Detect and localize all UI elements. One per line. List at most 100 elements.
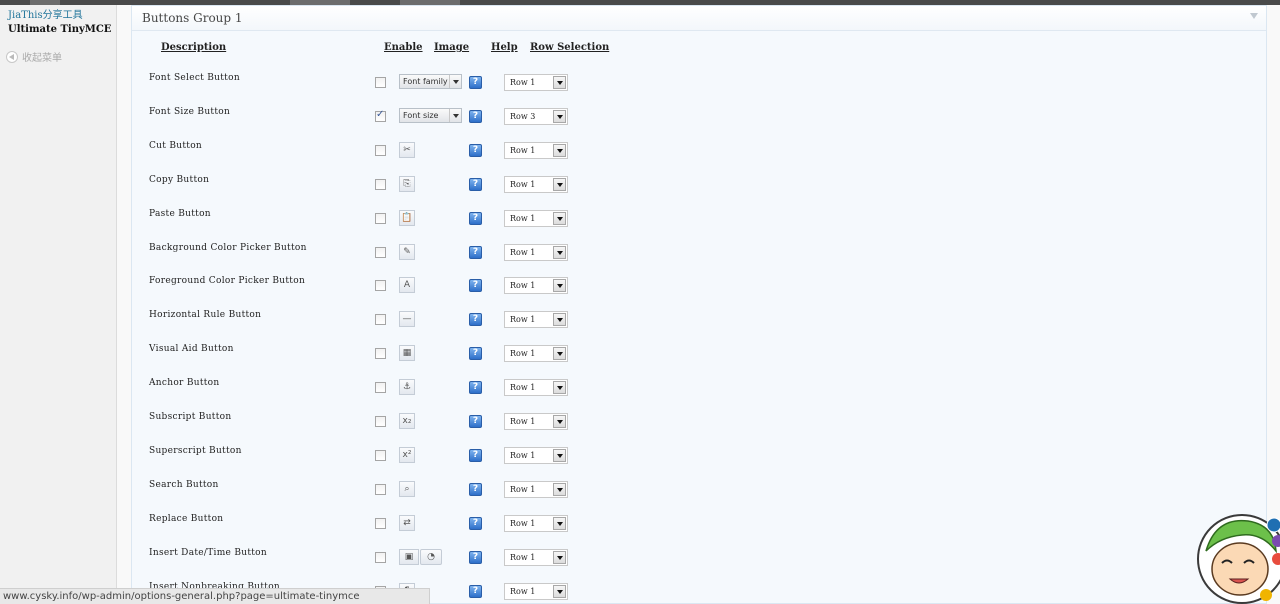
row-selection-select[interactable]: Row 1 [504, 514, 568, 532]
row-selection-value: Row 1 [510, 78, 536, 87]
table-row: Paste Button 📋? Row 1 [132, 209, 1266, 243]
enable-checkbox[interactable] [375, 551, 386, 563]
chevron-down-icon [449, 75, 461, 88]
share-icon-yellow[interactable] [1260, 589, 1272, 601]
table-row: Copy Button ⎘? Row 1 [132, 175, 1266, 209]
table-row: Background Color Picker Button ✎? Row 1 [132, 243, 1266, 277]
help-icon[interactable]: ? [469, 313, 482, 327]
subscript-icon: x₂ [399, 413, 415, 429]
table-row: Cut Button ✂? Row 1 [132, 141, 1266, 175]
share-icon-blue[interactable] [1266, 517, 1280, 533]
row-selection-select[interactable]: Row 1 [504, 74, 568, 91]
help-icon[interactable]: ? [469, 76, 482, 89]
row-selection-select[interactable]: Row 1 [504, 379, 568, 397]
chevron-down-icon [553, 482, 566, 496]
panel-toggle-icon[interactable] [1250, 13, 1258, 19]
help-icon[interactable]: ? [469, 381, 482, 395]
collapse-menu-button[interactable]: 收起菜单 [6, 49, 62, 64]
enable-checkbox[interactable] [375, 77, 386, 88]
row-selection-value: Row 1 [510, 383, 536, 393]
row-description: Replace Button [149, 513, 224, 524]
row-selection-select[interactable]: Row 1 [504, 582, 568, 600]
enable-checkbox[interactable] [375, 483, 386, 495]
sidebar-item-jiathis[interactable]: JiaThis分享工具 [8, 6, 83, 21]
enable-checkbox[interactable] [375, 314, 386, 326]
row-selection-select[interactable]: Row 1 [504, 277, 568, 295]
insert-date-icon: ▣ [399, 548, 419, 565]
panel-header[interactable]: Buttons Group 1 [132, 6, 1266, 31]
row-selection-select[interactable]: Row 1 [504, 209, 568, 227]
chevron-down-icon [553, 109, 566, 123]
row-selection-select[interactable]: Row 1 [504, 311, 568, 329]
row-description: Insert Date/Time Button [149, 547, 267, 558]
row-selection-select[interactable]: Row 1 [504, 446, 568, 464]
chevron-down-icon [553, 313, 566, 327]
row-selection-value: Row 1 [510, 213, 536, 223]
header-description: Description [161, 42, 227, 53]
table-row: Subscript Button x₂? Row 1 [132, 412, 1266, 446]
row-selection-select[interactable]: Row 1 [504, 548, 568, 566]
enable-checkbox[interactable] [375, 416, 386, 427]
enable-checkbox[interactable] [375, 178, 386, 190]
buttons-group-panel: Buttons Group 1 Description Enable Image… [131, 5, 1267, 604]
row-selection-select[interactable]: Row 1 [504, 480, 568, 498]
enable-checkbox[interactable] [375, 109, 386, 122]
mascot-widget[interactable] [1196, 511, 1280, 604]
row-selection-select[interactable]: Row 1 [504, 243, 568, 261]
row-selection-value: Row 1 [510, 247, 536, 257]
superscript-icon: x² [399, 446, 415, 463]
header-enable: Enable [384, 42, 423, 53]
row-description: Paste Button [149, 208, 211, 219]
row-description: Horizontal Rule Button [149, 310, 262, 321]
enable-checkbox[interactable] [375, 246, 386, 258]
row-description: Superscript Button [149, 445, 242, 456]
help-icon[interactable]: ? [469, 415, 482, 428]
chevron-down-icon [553, 516, 566, 530]
help-icon[interactable]: ? [469, 448, 482, 462]
replace-icon: ⇄ [399, 514, 415, 531]
sidebar-item-ultimate-tinymce[interactable]: Ultimate TinyMCE [8, 24, 111, 35]
enable-checkbox[interactable] [375, 517, 386, 529]
help-icon[interactable]: ? [469, 143, 482, 157]
table-row: Anchor Button ⚓? Row 1 [132, 378, 1266, 412]
cut-icon: ✂ [399, 141, 415, 158]
row-description: Search Button [149, 479, 219, 490]
row-selection-select[interactable]: Row 3 [504, 107, 568, 125]
enable-checkbox[interactable] [375, 280, 386, 292]
enable-checkbox[interactable] [375, 449, 386, 461]
help-icon[interactable]: ? [469, 279, 482, 293]
row-selection-select[interactable]: Row 1 [504, 413, 568, 430]
table-row: Visual Aid Button ▦? Row 1 [132, 344, 1266, 378]
row-selection-value: Row 1 [510, 315, 536, 325]
row-selection-value: Row 1 [510, 518, 536, 528]
enable-checkbox[interactable] [375, 382, 386, 394]
enable-checkbox[interactable] [375, 212, 386, 224]
paste-icon: 📋 [399, 209, 415, 226]
admin-sidebar: JiaThis分享工具 Ultimate TinyMCE 收起菜单 [0, 5, 117, 604]
help-icon[interactable]: ? [469, 482, 482, 496]
font-family-select: Font family [399, 74, 462, 89]
help-icon[interactable]: ? [469, 347, 482, 361]
help-icon[interactable]: ? [469, 584, 482, 598]
row-selection-value: Row 1 [510, 484, 536, 494]
enable-checkbox[interactable] [375, 348, 386, 360]
enable-checkbox[interactable] [375, 144, 386, 156]
row-selection-select[interactable]: Row 1 [504, 345, 568, 363]
chevron-down-icon [553, 584, 566, 598]
row-selection-value: Row 1 [510, 450, 536, 460]
chevron-down-icon [449, 108, 461, 122]
help-icon[interactable]: ? [469, 211, 482, 225]
copy-icon: ⎘ [399, 175, 415, 192]
row-selection-select[interactable]: Row 1 [504, 141, 568, 159]
help-icon[interactable]: ? [469, 550, 482, 564]
table-row: Insert Date/Time Button ▣ ◔? Row 1 [132, 548, 1266, 582]
row-description: Font Select Button [149, 73, 240, 83]
row-selection-value: Row 1 [510, 281, 536, 291]
help-icon[interactable]: ? [469, 109, 482, 123]
help-icon[interactable]: ? [469, 245, 482, 259]
foreground-color-icon: A [399, 277, 415, 294]
row-selection-select[interactable]: Row 1 [504, 175, 568, 193]
chevron-down-icon [553, 177, 566, 191]
help-icon[interactable]: ? [469, 177, 482, 191]
help-icon[interactable]: ? [469, 516, 482, 530]
